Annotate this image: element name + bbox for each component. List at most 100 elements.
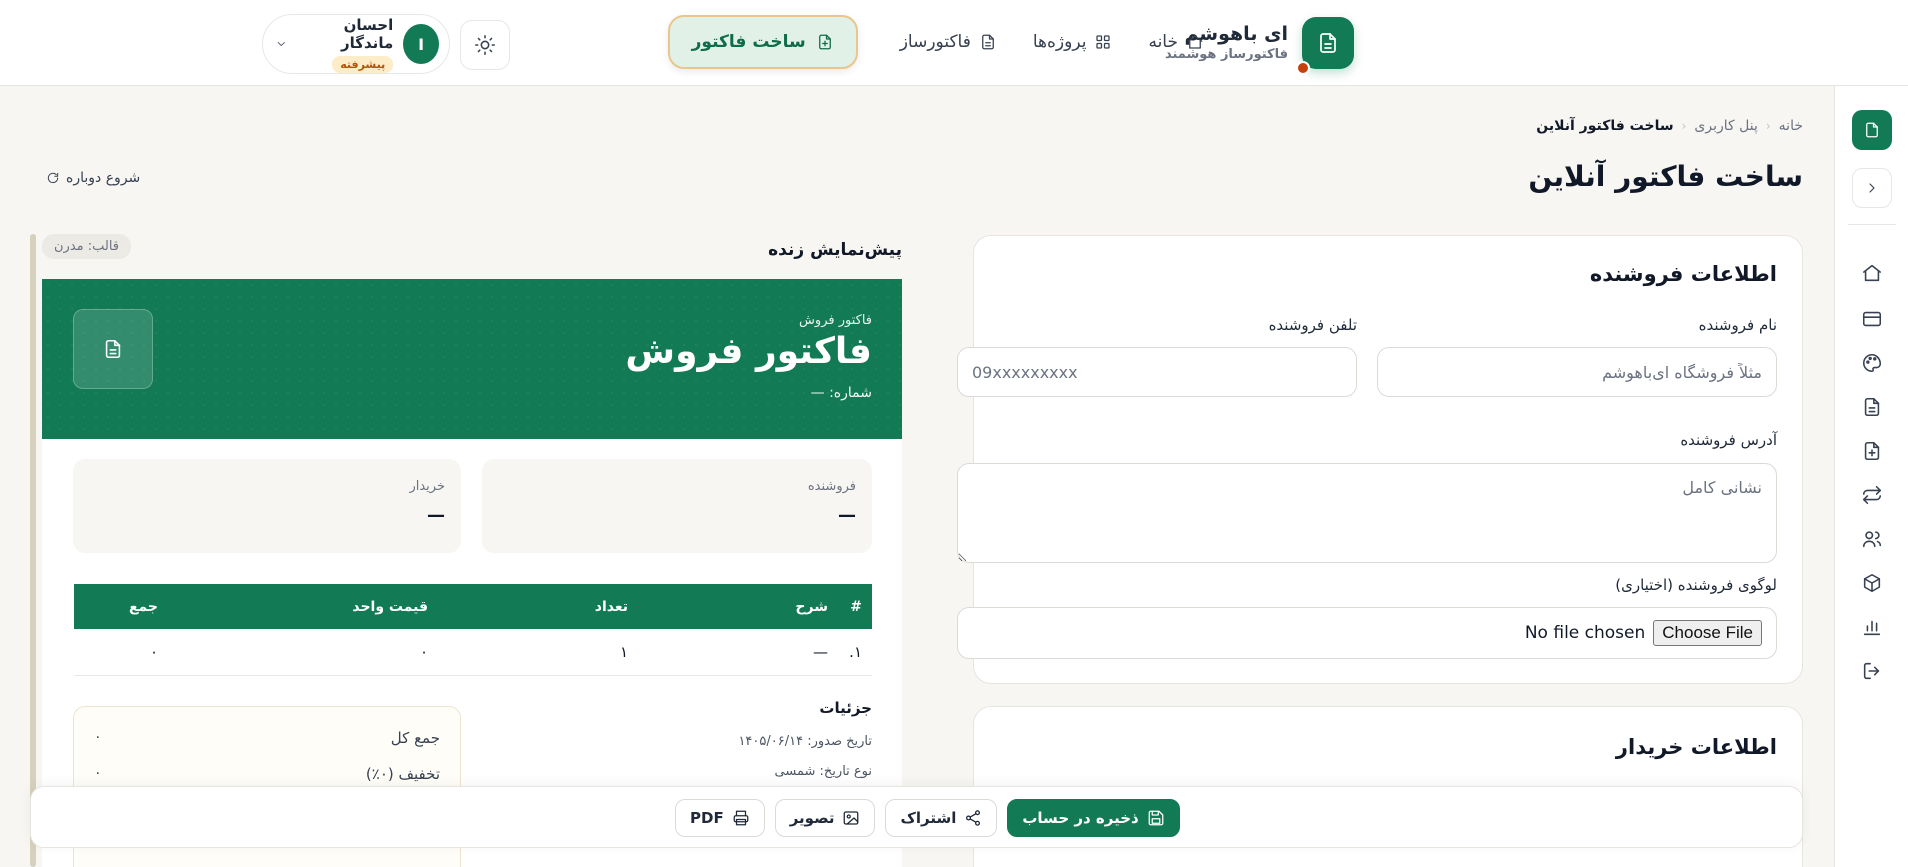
invoice-title: فاکتور فروش (625, 331, 872, 372)
seller-logo-label: لوگوی فروشنده (اختیاری) (1615, 576, 1777, 594)
pdf-label: PDF (690, 809, 724, 827)
template-badge[interactable]: قالب: مدرن (42, 234, 132, 259)
seller-card-title: اطلاعات فروشنده (1589, 262, 1777, 286)
plan-badge: پیشرفته (332, 55, 394, 73)
theme-toggle-button[interactable] (460, 20, 510, 70)
seller-name-input[interactable] (1377, 347, 1777, 397)
breadcrumb-current: ساخت فاکتور آنلاین (1536, 118, 1674, 134)
chevron-right-icon (1869, 183, 1875, 193)
seller-name-label: نام فروشنده (1698, 316, 1777, 334)
nav-invoice-maker[interactable]: فاکتورساز (900, 32, 997, 52)
preview-scroll-rail (30, 234, 36, 867)
seller-phone-label: تلفن فروشنده (1268, 316, 1357, 334)
save-to-account-button[interactable]: ذخیره در حساب (1007, 799, 1180, 837)
share-label: اشتراک (900, 809, 957, 827)
cell-unit-price: ۰ (168, 629, 438, 676)
total-label: جمع کل (390, 729, 440, 747)
invoice-header: فاکتور فروش فاکتور فروش شماره: — (42, 279, 902, 439)
sidebar-item-reports[interactable] (1859, 616, 1883, 640)
buyer-card-title: اطلاعات خریدار (1615, 735, 1777, 759)
file-status: No file chosen (1524, 623, 1646, 643)
seller-phone-input[interactable] (957, 347, 1357, 397)
document-icon (1320, 33, 1336, 53)
seller-address-textarea[interactable] (957, 463, 1777, 563)
arrows-swap-icon (1862, 485, 1882, 505)
live-preview-title: پیش‌نمایش زنده (768, 240, 902, 260)
seller-logo-file-input[interactable]: Choose File No file chosen (957, 607, 1777, 659)
document-icon (105, 339, 121, 359)
sidebar-item-invoices[interactable] (1859, 396, 1883, 420)
breadcrumb-separator: ‹ (1681, 119, 1687, 133)
sidebar (1834, 86, 1908, 867)
preview-seller-box: فروشنده — (482, 459, 872, 553)
invoice-number: شماره: — (810, 385, 872, 401)
cell-total: ۰ (74, 629, 168, 676)
sidebar-item-themes[interactable] (1859, 352, 1883, 376)
preview-seller-value: — (838, 505, 856, 526)
refresh-icon (47, 172, 59, 184)
nav-home[interactable]: خانه (1148, 32, 1204, 52)
choose-file-button[interactable]: Choose File (1653, 620, 1762, 646)
breadcrumb-separator: ‹ (1765, 119, 1771, 133)
share-button[interactable]: اشتراک (885, 799, 998, 837)
sidebar-item-products[interactable] (1859, 572, 1883, 596)
bar-chart-icon (1863, 620, 1881, 636)
date-type: نوع تاریخ: شمسی (774, 764, 872, 779)
save-label: ذخیره در حساب (1022, 809, 1139, 827)
invoice-kicker: فاکتور فروش (799, 313, 872, 328)
totals-row-total: جمع کل ۰ (94, 729, 440, 747)
discount-label: تخفیف (۰٪) (365, 765, 440, 783)
details-title: جزئیات (819, 699, 872, 717)
discount-value: ۰ (94, 765, 102, 781)
document-icon (1864, 397, 1880, 417)
cell-quantity: ۱ (438, 629, 638, 676)
breadcrumb-home[interactable]: خانه (1779, 118, 1803, 134)
preview-buyer-value: — (427, 505, 445, 526)
table-row: ۱. — ۱ ۰ ۰ (74, 629, 872, 676)
sidebar-logo[interactable] (1852, 110, 1892, 150)
cell-description: — (638, 629, 838, 676)
document-icon (1866, 122, 1878, 138)
preview-buyer-label: خریدار (409, 479, 445, 494)
nav-projects[interactable]: پروژه‌ها (1033, 32, 1113, 52)
sidebar-item-transfers[interactable] (1859, 484, 1883, 508)
save-icon (1148, 810, 1164, 826)
action-buttons: ذخیره در حساب اشتراک تصویر PDF (675, 799, 1180, 837)
seller-info-card: اطلاعات فروشنده نام فروشنده تلفن فروشنده… (957, 235, 1803, 684)
breadcrumb: خانه ‹ پنل کاربری ‹ ساخت فاکتور آنلاین (1536, 118, 1803, 134)
sidebar-item-new-invoice[interactable] (1859, 440, 1883, 464)
restart-label: شروع دوباره (66, 170, 141, 186)
items-table: # شرح تعداد قیمت واحد جمع ۱. — ۱ ۰ ۰ (74, 584, 872, 676)
items-table-header: # شرح تعداد قیمت واحد جمع (74, 584, 872, 629)
issue-date: تاریخ صدور: ۱۴۰۵/۰۶/۱۴ (738, 734, 872, 749)
totals-row-discount: تخفیف (۰٪) ۰ (94, 765, 440, 783)
palette-icon (1863, 353, 1882, 373)
sidebar-collapse-button[interactable] (1852, 168, 1892, 208)
col-quantity: تعداد (438, 584, 638, 629)
restart-button[interactable]: شروع دوباره (46, 170, 140, 186)
total-value: ۰ (94, 729, 102, 745)
pdf-export-button[interactable]: PDF (675, 799, 765, 837)
page-title: ساخت فاکتور آنلاین (1528, 160, 1803, 193)
user-menu[interactable]: I احسان ماندگار پیشرفته (262, 14, 450, 74)
file-plus-icon (1864, 441, 1880, 461)
invoice-logo-placeholder (73, 309, 153, 389)
main-nav: خانه پروژه‌ها فاکتورساز ساخت فاکتور (667, 14, 1204, 70)
invoice-preview: فاکتور فروش فاکتور فروش شماره: — فروشنده… (42, 279, 902, 867)
grid-icon (1096, 35, 1111, 49)
col-index: # (838, 584, 872, 629)
brand-logo (1296, 17, 1354, 75)
col-description: شرح (638, 584, 838, 629)
sidebar-item-logout[interactable] (1859, 660, 1883, 684)
action-bar: ذخیره در حساب اشتراک تصویر PDF (30, 786, 1803, 848)
breadcrumb-panel[interactable]: پنل کاربری (1694, 118, 1757, 134)
preview-buyer-box: خریدار — (73, 459, 461, 553)
preview-seller-label: فروشنده (807, 479, 856, 494)
sidebar-item-home[interactable] (1859, 262, 1883, 286)
image-export-button[interactable]: تصویر (774, 799, 876, 837)
sidebar-item-billing[interactable] (1859, 308, 1883, 332)
image-icon (844, 811, 859, 825)
home-icon (1187, 35, 1203, 49)
nav-create-invoice-button[interactable]: ساخت فاکتور (667, 15, 858, 69)
sidebar-item-customers[interactable] (1859, 528, 1883, 552)
